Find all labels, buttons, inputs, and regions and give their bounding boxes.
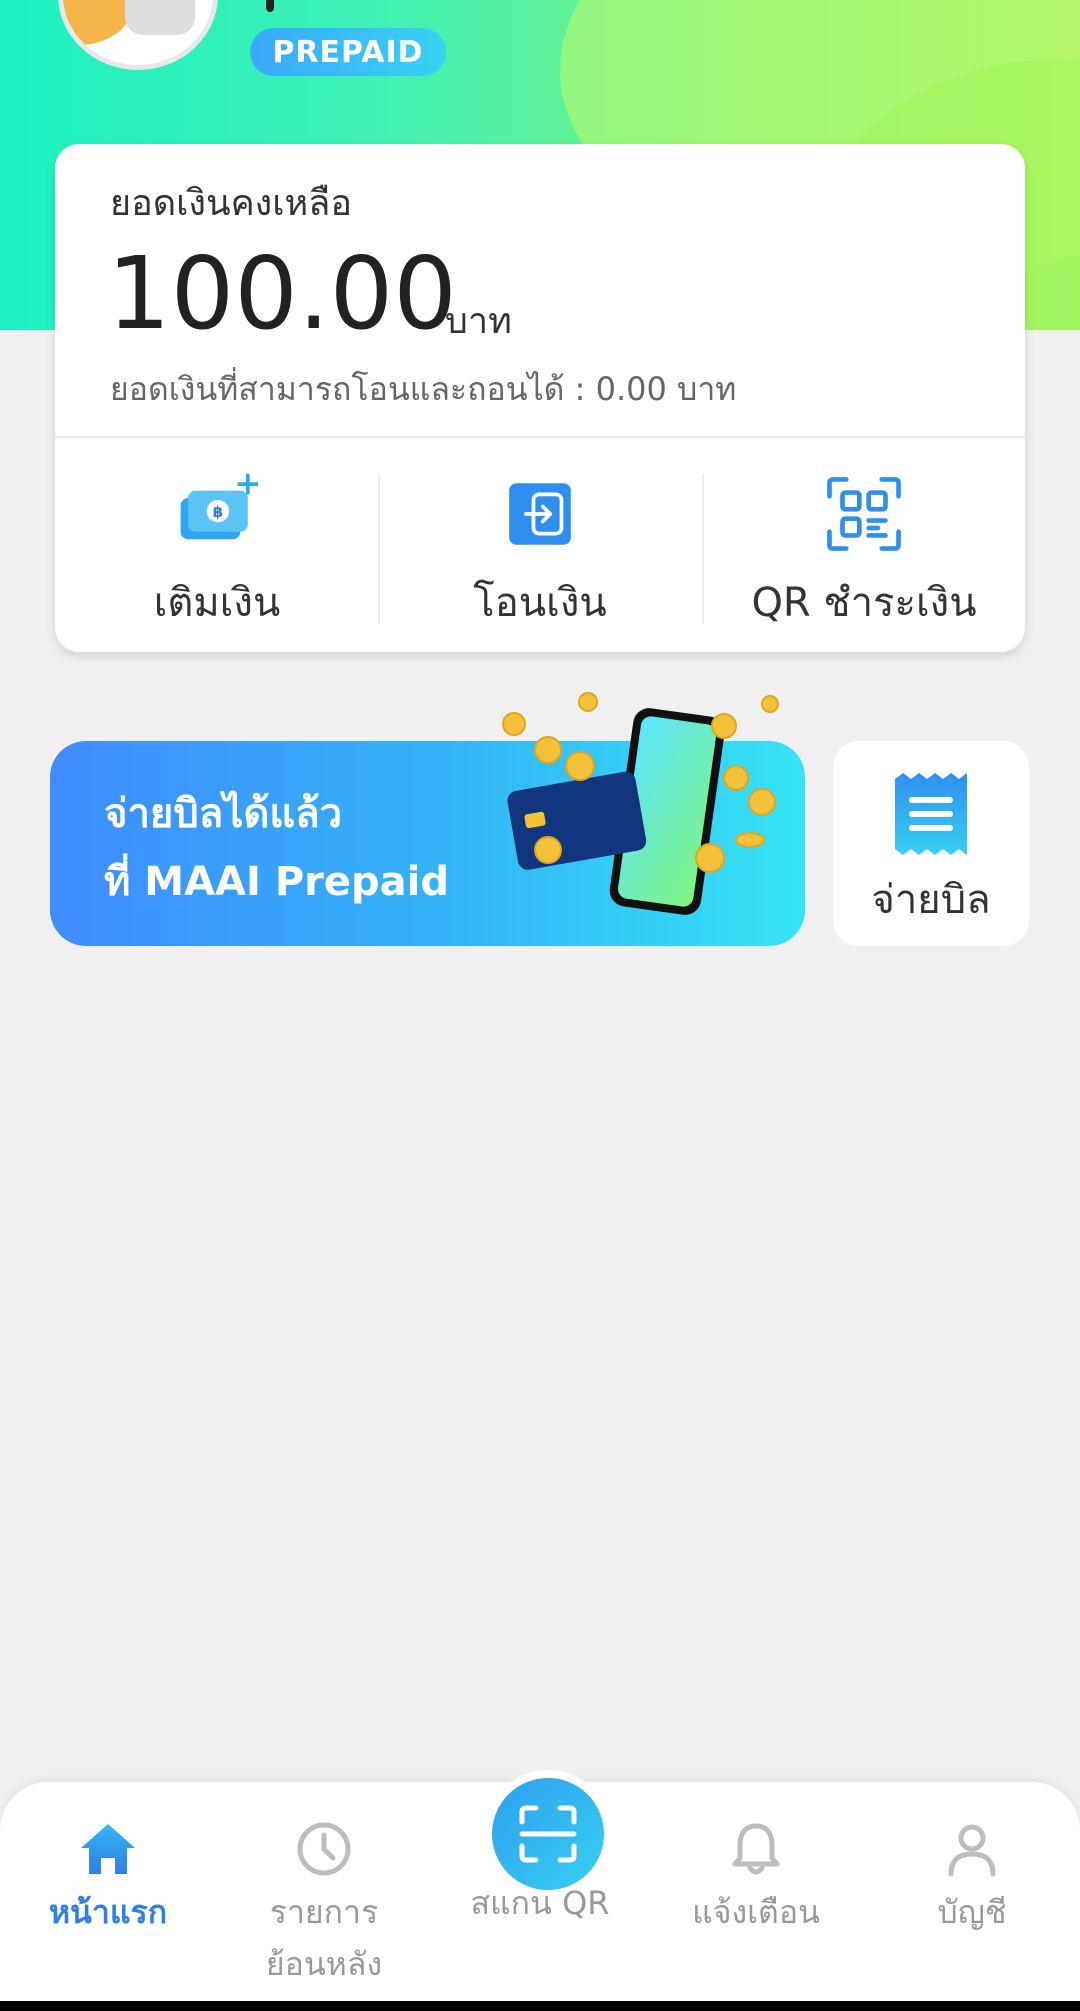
bell-icon — [732, 1823, 780, 1875]
transfer-icon — [509, 483, 571, 545]
transfer-label: โอนเงิน — [473, 580, 607, 626]
balance-label: ยอดเงินคงเหลือ — [110, 183, 352, 224]
bill-icon — [895, 773, 967, 855]
home-icon — [81, 1824, 135, 1874]
prepaid-badge: PREPAID — [250, 28, 446, 76]
qr-pay-label: QR ชำระเงิน — [751, 580, 977, 626]
scan-icon — [519, 1805, 577, 1863]
system-bar — [0, 2001, 1080, 2011]
nav-notifications[interactable]: แจ้งเตือน — [648, 1818, 864, 1938]
phone-card-illustration — [502, 692, 779, 915]
top-up-icon: ฿ — [180, 473, 259, 540]
balance-card: ยอดเงินคงเหลือ 100.00 บาท ยอดเงินที่สามา… — [55, 144, 1025, 652]
balance-unit: บาท — [445, 301, 512, 342]
balance-amount: 100.00 — [107, 235, 457, 352]
transferable-balance: ยอดเงินที่สามารถโอนและถอนได้ : 0.00 บาท — [110, 370, 737, 408]
top-up-button[interactable]: ฿ เติมเงิน — [56, 464, 378, 634]
nav-home[interactable]: หน้าแรก — [0, 1818, 216, 1938]
clock-icon — [297, 1822, 351, 1876]
promo-line2: ที่ MAAI Prepaid — [104, 859, 449, 905]
nav-history-label: รายการ ย้อนหลัง — [266, 1886, 382, 1990]
nav-home-label: หน้าแรก — [48, 1893, 168, 1931]
pay-bill-label: จ่ายบิล — [871, 877, 991, 923]
promo-line1: จ่ายบิลได้แล้ว — [104, 791, 343, 837]
qr-pay-button[interactable]: QR ชำระเงิน — [703, 464, 1025, 634]
nav-history-label-line1: รายการ — [269, 1893, 379, 1931]
nav-history-label-line2: ย้อนหลัง — [265, 1945, 383, 1983]
transfer-button[interactable]: โอนเงิน — [379, 464, 701, 634]
nav-account[interactable]: บัญชี — [864, 1818, 1080, 1938]
nav-history[interactable]: รายการ ย้อนหลัง — [216, 1818, 432, 1990]
card-divider — [55, 436, 1025, 438]
top-up-label: เติมเงิน — [153, 580, 281, 626]
user-name-fragment — [266, 0, 274, 12]
svg-text:฿: ฿ — [213, 503, 223, 521]
qr-pay-icon — [827, 477, 901, 551]
nav-notifications-label: แจ้งเตือน — [692, 1893, 820, 1931]
scan-qr-label: สแกน QR — [470, 1884, 610, 1922]
user-icon — [948, 1824, 996, 1877]
pay-bill-button[interactable]: จ่ายบิล — [833, 741, 1029, 946]
nav-account-label: บัญชี — [937, 1893, 1007, 1931]
